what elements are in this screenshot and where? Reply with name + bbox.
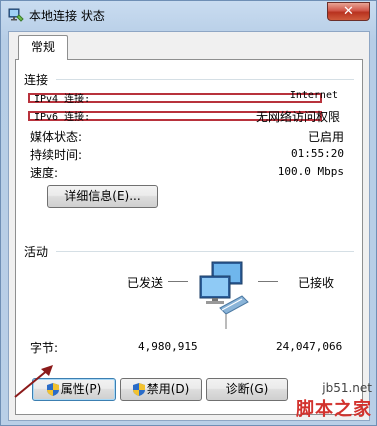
sent-bytes-value: 4,980,915	[138, 340, 198, 353]
disable-button[interactable]: 禁用(D)	[120, 378, 202, 401]
watermark: jb51.net 脚本之家	[296, 381, 372, 421]
title-bar[interactable]: 本地连接 状态 ✕	[1, 1, 376, 29]
network-activity-icon	[199, 261, 249, 329]
connection-section-title: 连接	[24, 73, 49, 87]
activity-section-title: 活动	[24, 245, 49, 259]
close-button[interactable]: ✕	[327, 2, 370, 21]
ipv6-value: 无网络访问权限	[255, 110, 340, 124]
speed-label: 速度:	[30, 166, 59, 180]
connection-divider	[56, 79, 354, 80]
bytes-label: 字节:	[30, 341, 59, 355]
speed-value: 100.0 Mbps	[277, 165, 344, 178]
ipv4-value: Internet	[289, 90, 338, 101]
ipv6-label: IPv6 连接:	[34, 112, 91, 123]
sent-dash	[168, 281, 188, 282]
watermark-site: jb51.net	[322, 381, 372, 395]
diagnose-button[interactable]: 诊断(G)	[206, 378, 288, 401]
received-dash	[258, 281, 278, 282]
dialog-client: 常规 连接 IPv4 连接: Internet IPv6 连接: 无网络访问权限…	[8, 31, 370, 421]
general-panel: 连接 IPv4 连接: Internet IPv6 连接: 无网络访问权限 媒体…	[15, 59, 363, 415]
window-title: 本地连接 状态	[29, 9, 105, 23]
media-state-value: 已启用	[307, 130, 344, 144]
ipv4-label: IPv4 连接:	[34, 94, 91, 105]
status-window: 本地连接 状态 ✕ 常规 连接 IPv4 连接: Internet IPv6 连…	[0, 0, 377, 426]
annotation-arrow-icon	[14, 365, 53, 398]
network-icon	[8, 8, 24, 22]
properties-label: 属性(P)	[60, 382, 102, 396]
media-state-label: 媒体状态:	[30, 130, 83, 144]
uac-shield-icon	[132, 383, 145, 396]
activity-divider	[56, 251, 354, 252]
sent-label: 已发送	[127, 276, 164, 290]
duration-value: 01:55:20	[291, 147, 344, 160]
disable-label: 禁用(D)	[146, 382, 190, 396]
watermark-brand: 脚本之家	[296, 399, 372, 420]
duration-label: 持续时间:	[30, 148, 83, 162]
received-bytes-value: 24,047,066	[276, 340, 343, 353]
received-label: 已接收	[298, 276, 335, 290]
tab-general[interactable]: 常规	[18, 35, 68, 60]
details-button[interactable]: 详细信息(E)...	[47, 185, 158, 208]
close-icon: ✕	[343, 4, 354, 19]
